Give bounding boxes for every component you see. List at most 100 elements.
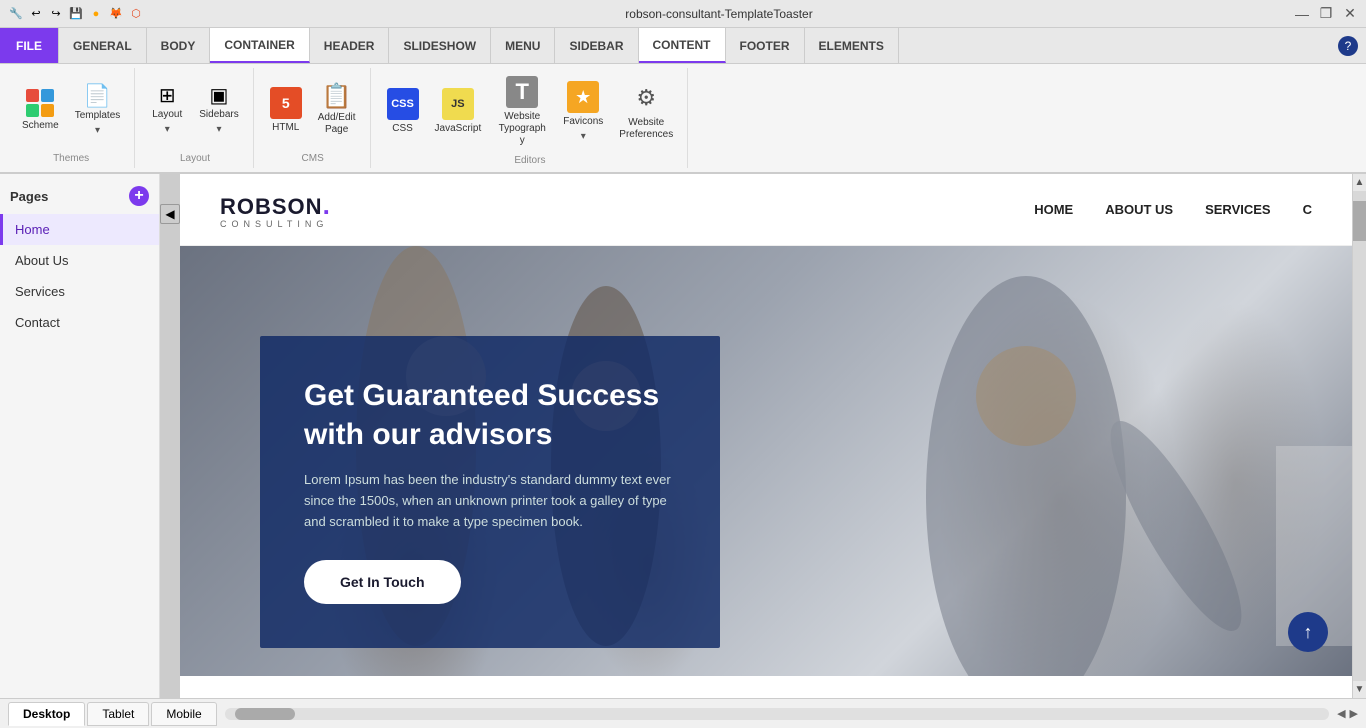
sidebar-item-contact[interactable]: Contact [0, 307, 159, 338]
favicons-button[interactable]: ★ Favicons ▾ [557, 77, 609, 146]
minimize-button[interactable]: — [1294, 6, 1310, 22]
help-button[interactable]: ? [1338, 36, 1358, 56]
scheme-button[interactable]: Scheme [16, 85, 65, 136]
sidebars-button[interactable]: ▣ Sidebars ▾ [193, 82, 244, 139]
title-bar-right: — ❐ ✕ [1294, 6, 1358, 22]
favicons-chevron: ▾ [581, 131, 586, 142]
add-page-icon: + [134, 187, 143, 205]
nav-more[interactable]: C [1303, 202, 1312, 217]
pages-sidebar: Pages + Home About Us Services Contact [0, 174, 160, 698]
bottom-nav-left[interactable]: ◀ [1337, 707, 1345, 720]
menu-sidebar[interactable]: SIDEBAR [555, 28, 638, 63]
website-preview: ROBSON . CONSULTING HOME ABOUT US SERVIC… [180, 174, 1352, 698]
ribbon-group-editors: CSS CSS JS JavaScript T Website Typograp… [373, 68, 689, 168]
hero-cta-button[interactable]: Get In Touch [304, 560, 461, 604]
html5-icon: ⬡ [128, 6, 144, 22]
bottom-bar: Desktop Tablet Mobile ◀ ▶ [0, 698, 1366, 728]
bottom-tabs: Desktop Tablet Mobile [8, 702, 217, 726]
favicons-icon: ★ [567, 81, 599, 113]
hero-title: Get Guaranteed Success with our advisors [304, 376, 676, 454]
scroll-up-arrow[interactable]: ▲ [1352, 174, 1366, 191]
nav-about[interactable]: ABOUT US [1105, 202, 1173, 217]
ribbon-group-layout: ⊞ Layout ▾ ▣ Sidebars ▾ Layout [137, 68, 253, 168]
layout-button[interactable]: ⊞ Layout ▾ [145, 82, 189, 139]
layout-chevron: ▾ [165, 124, 170, 135]
ribbon-layout-items: ⊞ Layout ▾ ▣ Sidebars ▾ [145, 72, 244, 149]
nav-home[interactable]: HOME [1034, 202, 1073, 217]
save-icon[interactable]: 💾 [68, 6, 84, 22]
menu-container[interactable]: CONTAINER [210, 28, 309, 63]
browser-icon-1[interactable]: ● [88, 6, 104, 22]
undo-icon[interactable]: ↩ [28, 6, 44, 22]
menu-footer[interactable]: FOOTER [726, 28, 805, 63]
main-layout: Pages + Home About Us Services Contact ◀ [0, 174, 1366, 698]
menu-toolbar: FILE GENERAL BODY CONTAINER HEADER SLIDE… [0, 28, 1366, 64]
site-nav: ROBSON . CONSULTING HOME ABOUT US SERVIC… [180, 174, 1352, 246]
logo-text: ROBSON . [220, 190, 330, 221]
title-bar: 🔧 ↩ ↪ 💾 ● 🦊 ⬡ robson-consultant-Template… [0, 0, 1366, 28]
templates-button[interactable]: 📄 Templates ▾ [69, 81, 127, 140]
tab-desktop[interactable]: Desktop [8, 702, 85, 726]
title-bar-left: 🔧 ↩ ↪ 💾 ● 🦊 ⬡ [8, 6, 144, 22]
add-page-button[interactable]: + [129, 186, 149, 206]
logo-subtitle: CONSULTING [220, 219, 330, 229]
css-icon: CSS [387, 88, 419, 120]
menu-elements[interactable]: ELEMENTS [805, 28, 899, 63]
restore-button[interactable]: ❐ [1318, 6, 1334, 22]
menu-menu[interactable]: MENU [491, 28, 555, 63]
website-typography-button[interactable]: T Website Typography [491, 72, 553, 151]
templates-chevron: ▾ [95, 125, 100, 136]
scroll-up-icon: ↑ [1304, 622, 1313, 643]
window-title: robson-consultant-TemplateToaster [144, 7, 1294, 21]
add-edit-page-icon: 📋 [322, 85, 352, 109]
close-button[interactable]: ✕ [1342, 6, 1358, 22]
tab-tablet[interactable]: Tablet [87, 702, 149, 726]
logo-name: ROBSON [220, 194, 323, 220]
hero-content-box: Get Guaranteed Success with our advisors… [260, 336, 720, 648]
scrollbar-thumb[interactable] [1353, 201, 1366, 241]
css-button[interactable]: CSS CSS [381, 84, 425, 139]
collapse-sidebar-button[interactable]: ◀ [160, 204, 180, 224]
layout-icon: ⊞ [159, 86, 176, 106]
canvas-area: ◀ ROBSON . CONSULTING HOME ABOUT US SERV… [160, 174, 1352, 698]
nav-services[interactable]: SERVICES [1205, 202, 1271, 217]
menu-file[interactable]: FILE [0, 28, 59, 63]
html-button[interactable]: 5 HTML [264, 83, 308, 138]
hero-section: Get Guaranteed Success with our advisors… [180, 246, 1352, 676]
html-icon: 5 [270, 87, 302, 119]
menu-slideshow[interactable]: SLIDESHOW [389, 28, 491, 63]
tab-mobile[interactable]: Mobile [151, 702, 216, 726]
javascript-icon: JS [442, 88, 474, 120]
sidebars-chevron: ▾ [216, 124, 221, 135]
scroll-down-arrow[interactable]: ▼ [1352, 681, 1366, 698]
menu-content[interactable]: CONTENT [639, 28, 726, 63]
menu-body[interactable]: BODY [147, 28, 211, 63]
horizontal-scrollbar-thumb[interactable] [235, 708, 295, 720]
sidebar-item-home[interactable]: Home [0, 214, 159, 245]
menu-header[interactable]: HEADER [310, 28, 390, 63]
scheme-icon [26, 89, 54, 117]
website-preferences-button[interactable]: ⚙ Website Preferences [613, 78, 679, 145]
scrollbar-track [1353, 191, 1366, 681]
sidebar-item-services[interactable]: Services [0, 276, 159, 307]
add-edit-page-button[interactable]: 📋 Add/Edit Page [312, 81, 362, 140]
pages-label: Pages [10, 189, 48, 204]
scroll-up-button[interactable]: ↑ [1288, 612, 1328, 652]
sidebar-header: Pages + [0, 182, 159, 214]
preferences-icon: ⚙ [630, 82, 662, 114]
horizontal-scrollbar[interactable] [225, 708, 1329, 720]
logo-dot: . [323, 190, 330, 221]
ribbon-cms-items: 5 HTML 📋 Add/Edit Page [264, 72, 362, 149]
redo-icon[interactable]: ↪ [48, 6, 64, 22]
menu-general[interactable]: GENERAL [59, 28, 147, 63]
site-logo-area: ROBSON . CONSULTING [220, 190, 330, 229]
sidebar-item-about-us[interactable]: About Us [0, 245, 159, 276]
right-scrollbar: ▲ ▼ [1352, 174, 1366, 698]
templates-icon: 📄 [84, 85, 111, 107]
javascript-button[interactable]: JS JavaScript [429, 84, 488, 139]
browser-icon-2[interactable]: 🦊 [108, 6, 124, 22]
sidebars-icon: ▣ [210, 86, 229, 106]
ribbon-group-themes: Scheme 📄 Templates ▾ Themes [8, 68, 135, 168]
bottom-nav-right[interactable]: ▶ [1350, 707, 1358, 720]
site-nav-links: HOME ABOUT US SERVICES C [1034, 202, 1312, 217]
